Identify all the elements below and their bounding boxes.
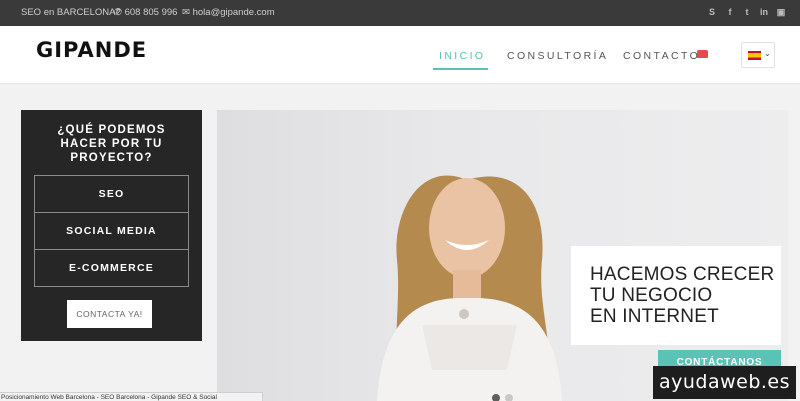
- hero-headline: HACEMOS CRECER TU NEGOCIO EN INTERNET: [590, 264, 774, 327]
- language-selector[interactable]: ⌄: [741, 42, 775, 68]
- phone-number: 608 805 996: [124, 7, 178, 18]
- slider-dot[interactable]: [505, 394, 513, 401]
- status-bar-text: Posicionamiento Web Barcelona - SEO Barc…: [1, 394, 217, 401]
- tagline: SEO en BARCELONA?: [21, 7, 121, 18]
- email-contact[interactable]: ✉ hola@gipande.com: [182, 7, 275, 18]
- top-bar: SEO en BARCELONA? ✆ 608 805 996 ✉ hola@g…: [0, 0, 800, 26]
- panel-title-line: HACER POR TU: [60, 138, 163, 150]
- hero-headline-line: EN INTERNET: [590, 306, 719, 327]
- service-seo-button[interactable]: SEO: [34, 175, 189, 213]
- linkedin-icon[interactable]: in: [758, 6, 770, 18]
- watermark-badge: ayudaweb.es: [653, 366, 796, 399]
- service-ecommerce-button[interactable]: E-COMMERCE: [34, 249, 189, 287]
- hero-headline-line: HACEMOS CRECER: [590, 264, 775, 285]
- telephone-icon: [697, 50, 708, 58]
- facebook-icon[interactable]: f: [724, 6, 736, 18]
- service-social-media-button[interactable]: SOCIAL MEDIA: [34, 212, 189, 250]
- skype-icon[interactable]: S: [706, 6, 718, 18]
- contacta-ya-button[interactable]: CONTACTA YA!: [67, 300, 152, 328]
- phone-contact[interactable]: ✆ 608 805 996: [114, 7, 177, 18]
- site-logo[interactable]: GIPANDE: [36, 38, 147, 62]
- nav-contacto[interactable]: CONTACTO: [623, 50, 700, 62]
- twitter-icon[interactable]: t: [741, 6, 753, 18]
- instagram-icon[interactable]: ▣: [775, 6, 787, 18]
- nav-inicio[interactable]: INICIO: [439, 50, 486, 62]
- phone-icon: ✆: [114, 7, 122, 18]
- services-panel: ¿QUÉ PODEMOS HACER POR TU PROYECTO? SEO …: [21, 110, 202, 341]
- nav-consultoria[interactable]: CONSULTORÍA: [507, 50, 608, 62]
- spain-flag-icon: [748, 51, 761, 60]
- panel-title-line: ¿QUÉ PODEMOS: [57, 124, 166, 136]
- nav-active-underline: [433, 68, 488, 70]
- chevron-down-icon: ⌄: [764, 49, 771, 58]
- envelope-icon: ✉: [182, 7, 190, 18]
- email-address: hola@gipande.com: [192, 7, 275, 18]
- panel-title: ¿QUÉ PODEMOS HACER POR TU PROYECTO?: [21, 123, 202, 165]
- slider-dot-active[interactable]: [492, 394, 500, 401]
- site-header: GIPANDE INICIO CONSULTORÍA CONTACTO ⌄: [0, 26, 800, 84]
- panel-title-line: PROYECTO?: [70, 152, 153, 164]
- hero-headline-line: TU NEGOCIO: [590, 285, 713, 306]
- status-bar: Posicionamiento Web Barcelona - SEO Barc…: [0, 392, 263, 401]
